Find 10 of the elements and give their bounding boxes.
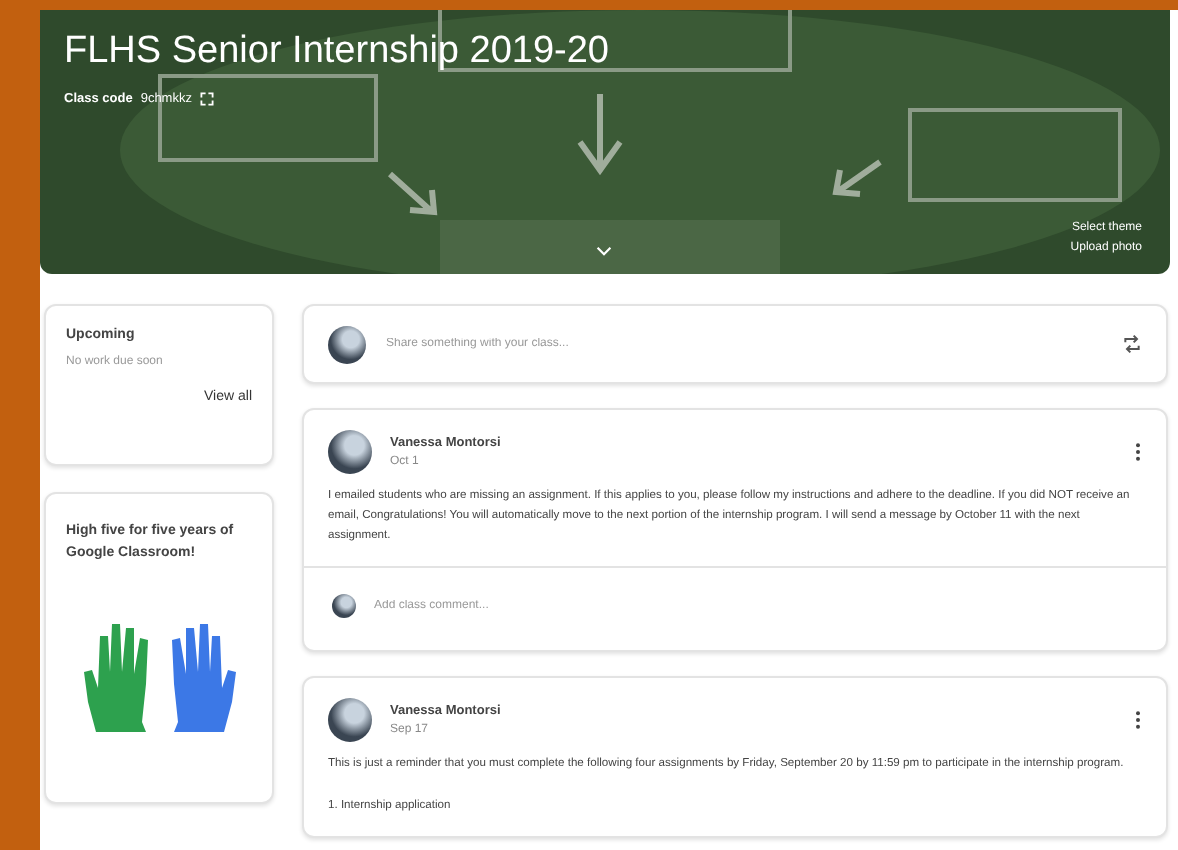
fullscreen-icon[interactable] [199, 92, 214, 106]
avatar-icon [328, 430, 372, 474]
chevron-down-icon[interactable] [596, 246, 612, 256]
more-icon[interactable] [1134, 442, 1142, 462]
repost-icon[interactable] [1122, 334, 1142, 354]
avatar-icon [328, 698, 372, 743]
class-title: FLHS Senior Internship 2019-20 [64, 30, 609, 74]
avatar-icon [332, 594, 356, 619]
more-icon[interactable] [1134, 710, 1142, 731]
avatar-icon [328, 325, 366, 363]
